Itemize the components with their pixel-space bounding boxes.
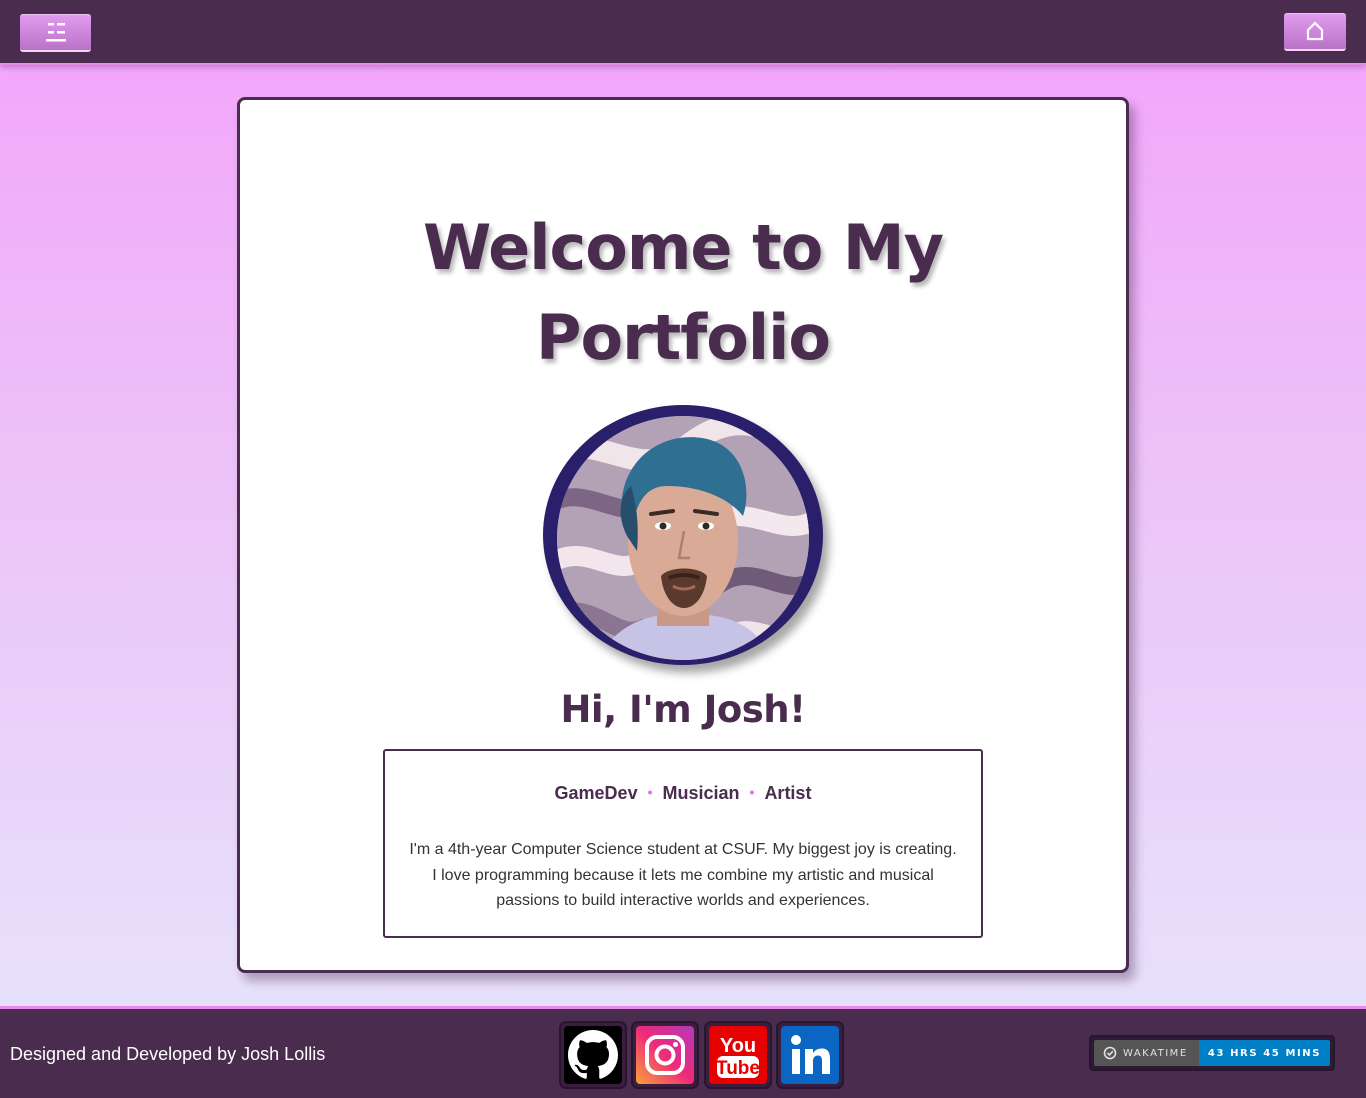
- avatar: [543, 405, 823, 665]
- top-navbar: [0, 0, 1366, 65]
- wakatime-value: 43 HRS 45 MINS: [1199, 1040, 1330, 1066]
- bio-line-2: I love programming because it lets me co…: [432, 866, 934, 884]
- tag-musician: Musician: [662, 783, 740, 803]
- bio-box: GameDev • Musician • Artist I'm a 4th-year C…: [383, 749, 983, 938]
- greeting-heading: Hi, I'm Josh!: [560, 688, 806, 731]
- github-icon: [564, 1026, 622, 1084]
- title-line-1: Welcome to My: [423, 211, 944, 284]
- wakatime-icon: [1103, 1046, 1117, 1060]
- separator-dot: •: [749, 784, 755, 800]
- svg-text:Tube: Tube: [716, 1058, 760, 1079]
- tag-artist: Artist: [764, 783, 812, 803]
- bio-text: I'm a 4th-year Computer Science student …: [403, 837, 963, 914]
- tag-gamedev: GameDev: [554, 783, 638, 803]
- separator-dot: •: [647, 784, 653, 800]
- home-icon: [1306, 21, 1324, 41]
- youtube-link[interactable]: You Tube: [704, 1021, 772, 1089]
- portfolio-card: Welcome to My Portfolio Hi, I'm Josh! Ga…: [237, 97, 1129, 973]
- avatar-photo: [557, 416, 809, 660]
- linkedin-link[interactable]: [776, 1021, 844, 1089]
- wakatime-label-text: WAKATIME: [1123, 1047, 1188, 1059]
- menu-button[interactable]: [20, 14, 91, 52]
- instagram-icon: [636, 1026, 694, 1084]
- linkedin-icon: [781, 1026, 839, 1084]
- youtube-icon: You Tube: [709, 1026, 767, 1084]
- wakatime-badge[interactable]: WAKATIME 43 HRS 45 MINS: [1089, 1035, 1335, 1071]
- title-line-2: Portfolio: [536, 301, 831, 374]
- home-button[interactable]: [1284, 13, 1346, 51]
- menu-icon: [45, 23, 66, 42]
- footer-credit: Designed and Developed by Josh Lollis: [10, 1044, 326, 1064]
- footer: Designed and Developed by Josh Lollis Yo…: [0, 1006, 1366, 1098]
- instagram-link[interactable]: [631, 1021, 699, 1089]
- bio-line-3: passions to build interactive worlds and…: [496, 892, 870, 909]
- role-tags: GameDev • Musician • Artist: [385, 783, 981, 804]
- bio-line-1: I'm a 4th-year Computer Science student …: [409, 841, 957, 858]
- github-link[interactable]: [559, 1021, 627, 1089]
- page-title: Welcome to My Portfolio: [240, 203, 1126, 383]
- wakatime-label: WAKATIME: [1094, 1040, 1199, 1066]
- svg-text:You: You: [720, 1035, 756, 1057]
